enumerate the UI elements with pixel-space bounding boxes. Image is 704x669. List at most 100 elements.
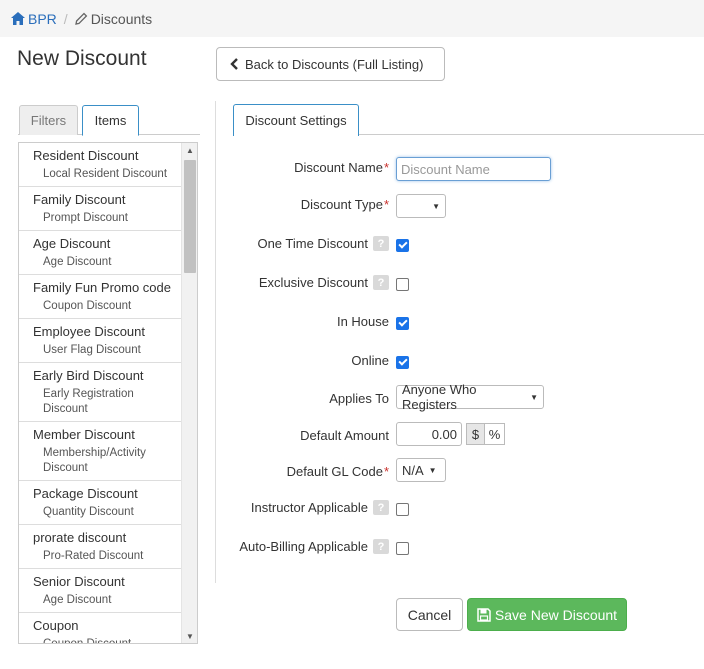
online-row: Online	[216, 350, 704, 374]
item-type: User Flag Discount	[43, 344, 141, 356]
help-icon[interactable]: ?	[373, 500, 389, 515]
one-time-checkbox[interactable]	[396, 239, 409, 252]
discount-name-label: Discount Name*	[294, 160, 389, 175]
instructor-label: Instructor Applicable ?	[251, 500, 389, 515]
item-name: Family Discount	[33, 192, 126, 207]
applies-to-row: Applies To Anyone Who Registers ▼	[216, 382, 704, 412]
list-item[interactable]: Age Discount Age Discount	[19, 231, 181, 275]
chevron-down-icon: ▼	[428, 465, 437, 475]
discount-items-list[interactable]: Resident Discount Local Resident Discoun…	[18, 142, 198, 644]
exclusive-row: Exclusive Discount ?	[216, 272, 704, 296]
cancel-button[interactable]: Cancel	[396, 598, 463, 631]
chevron-down-icon: ▼	[530, 392, 538, 402]
item-type: Quantity Discount	[43, 506, 134, 518]
home-icon	[11, 12, 25, 25]
item-type: Age Discount	[43, 256, 112, 268]
item-name: Age Discount	[33, 236, 111, 251]
online-label: Online	[351, 353, 389, 368]
instructor-checkbox[interactable]	[396, 503, 409, 516]
list-item[interactable]: Resident Discount Local Resident Discoun…	[19, 143, 181, 187]
in-house-row: In House	[216, 311, 704, 335]
breadcrumb-home-link[interactable]: BPR	[11, 11, 57, 27]
tab-items[interactable]: Items	[82, 105, 139, 136]
default-amount-input[interactable]	[396, 422, 462, 446]
unit-percent-button[interactable]: %	[485, 423, 505, 445]
item-name: Early Bird Discount	[33, 368, 144, 383]
item-name: prorate discount	[33, 530, 127, 545]
discount-name-row: Discount Name*	[216, 157, 704, 181]
scroll-thumb[interactable]	[184, 160, 196, 273]
default-amount-row: Default Amount $ %	[216, 422, 704, 446]
auto-billing-row: Auto-Billing Applicable ?	[216, 536, 704, 560]
tab-filters[interactable]: Filters	[19, 105, 78, 135]
item-type: Prompt Discount	[43, 212, 129, 224]
list-item[interactable]: Senior Discount Age Discount	[19, 569, 181, 613]
tab-discount-settings[interactable]: Discount Settings	[233, 104, 359, 136]
pencil-icon	[74, 12, 88, 25]
chevron-down-icon: ▼	[432, 201, 440, 211]
item-name: Resident Discount	[33, 148, 139, 163]
item-name: Member Discount	[33, 427, 135, 442]
scroll-up-arrow-icon[interactable]: ▲	[182, 143, 197, 157]
item-type: Early Registration Discount	[43, 388, 134, 415]
list-item[interactable]: prorate discount Pro-Rated Discount	[19, 525, 181, 569]
item-type: Local Resident Discount	[43, 168, 168, 180]
item-name: Employee Discount	[33, 324, 145, 339]
item-name: Coupon	[33, 618, 79, 633]
exclusive-label: Exclusive Discount ?	[259, 275, 389, 290]
default-gl-select[interactable]: N/A ▼	[396, 458, 446, 482]
item-type: Coupon Discount	[43, 638, 132, 644]
default-gl-row: Default GL Code* N/A ▼	[216, 458, 704, 482]
item-name: Senior Discount	[33, 574, 125, 589]
auto-billing-checkbox[interactable]	[396, 542, 409, 555]
auto-billing-label: Auto-Billing Applicable ?	[239, 539, 389, 554]
list-item[interactable]: Employee Discount User Flag Discount	[19, 319, 181, 363]
save-new-discount-button[interactable]: Save New Discount	[467, 598, 627, 631]
online-checkbox[interactable]	[396, 356, 409, 369]
in-house-checkbox[interactable]	[396, 317, 409, 330]
list-item[interactable]: Family Discount Prompt Discount	[19, 187, 181, 231]
instructor-row: Instructor Applicable ?	[216, 497, 704, 521]
discount-type-row: Discount Type* ▼	[216, 194, 704, 218]
help-icon[interactable]: ?	[373, 275, 389, 290]
one-time-row: One Time Discount ?	[216, 233, 704, 257]
in-house-label: In House	[336, 314, 389, 329]
default-amount-label: Default Amount	[300, 428, 389, 443]
item-type: Pro-Rated Discount	[43, 550, 144, 562]
discount-name-input[interactable]	[396, 157, 551, 181]
left-panel-tabs: Filters Items	[18, 105, 200, 136]
chevron-left-icon	[230, 58, 238, 70]
help-icon[interactable]: ?	[373, 539, 389, 554]
floppy-disk-icon	[477, 607, 491, 622]
discount-type-select[interactable]: ▼	[396, 194, 446, 218]
discount-type-label: Discount Type*	[300, 197, 389, 212]
page-title: New Discount	[17, 47, 147, 70]
list-item[interactable]: Package Discount Quantity Discount	[19, 481, 181, 525]
default-gl-label: Default GL Code*	[286, 464, 389, 479]
help-icon[interactable]: ?	[373, 236, 389, 251]
breadcrumb: BPR / Discounts	[0, 0, 704, 37]
unit-dollar-button[interactable]: $	[466, 423, 485, 445]
list-item[interactable]: Coupon Coupon Discount	[19, 613, 181, 644]
breadcrumb-current-label: Discounts	[90, 10, 153, 27]
item-name: Package Discount	[33, 486, 138, 501]
applies-to-label: Applies To	[329, 391, 389, 406]
breadcrumb-separator: /	[63, 10, 68, 27]
breadcrumb-home-label: BPR	[28, 10, 57, 27]
scroll-down-arrow-icon[interactable]: ▼	[182, 629, 197, 643]
back-to-discounts-button[interactable]: Back to Discounts (Full Listing)	[216, 47, 445, 81]
item-type: Membership/Activity Discount	[43, 447, 146, 474]
item-type: Coupon Discount	[43, 300, 132, 312]
list-item[interactable]: Family Fun Promo code Coupon Discount	[19, 275, 181, 319]
list-scrollbar[interactable]: ▲ ▼	[181, 143, 197, 643]
list-item[interactable]: Member Discount Membership/Activity Disc…	[19, 422, 181, 481]
applies-to-select[interactable]: Anyone Who Registers ▼	[396, 382, 544, 412]
settings-tabs: Discount Settings	[233, 104, 704, 136]
item-type: Age Discount	[43, 594, 112, 606]
exclusive-checkbox[interactable]	[396, 278, 409, 291]
one-time-label: One Time Discount ?	[257, 236, 389, 251]
back-button-label: Back to Discounts (Full Listing)	[245, 56, 424, 72]
item-name: Family Fun Promo code	[33, 280, 171, 295]
list-item[interactable]: Early Bird Discount Early Registration D…	[19, 363, 181, 422]
save-button-label: Save New Discount	[494, 606, 618, 623]
